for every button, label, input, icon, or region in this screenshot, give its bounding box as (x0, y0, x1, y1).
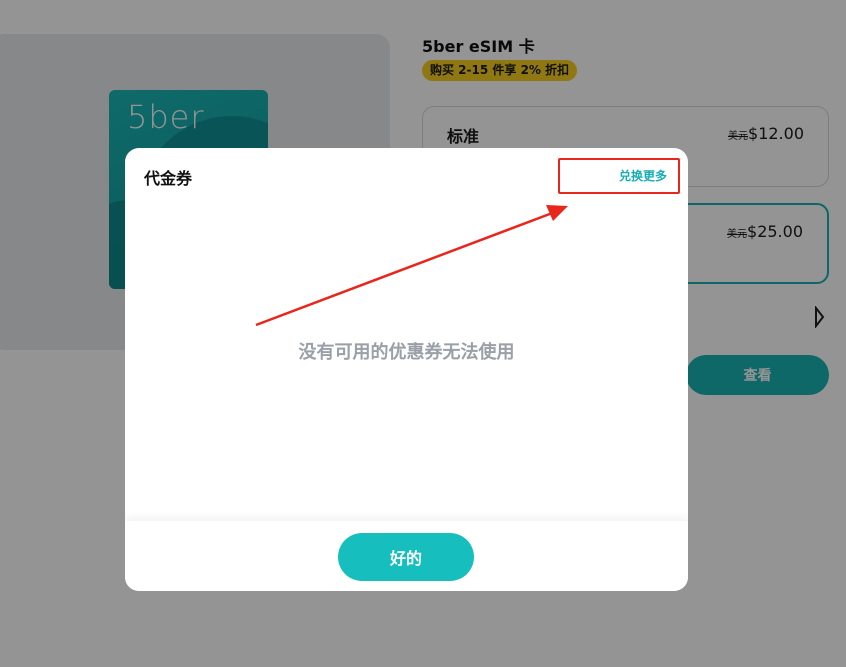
empty-state-message: 没有可用的优惠券无法使用 (298, 342, 515, 363)
modal-footer: 好的 (125, 521, 688, 591)
annotation-highlight-box (558, 158, 680, 194)
modal-title: 代金券 (144, 169, 193, 188)
ok-button[interactable]: 好的 (338, 533, 474, 581)
voucher-modal: 代金券 兑换更多 没有可用的优惠券无法使用 好的 (125, 148, 688, 591)
